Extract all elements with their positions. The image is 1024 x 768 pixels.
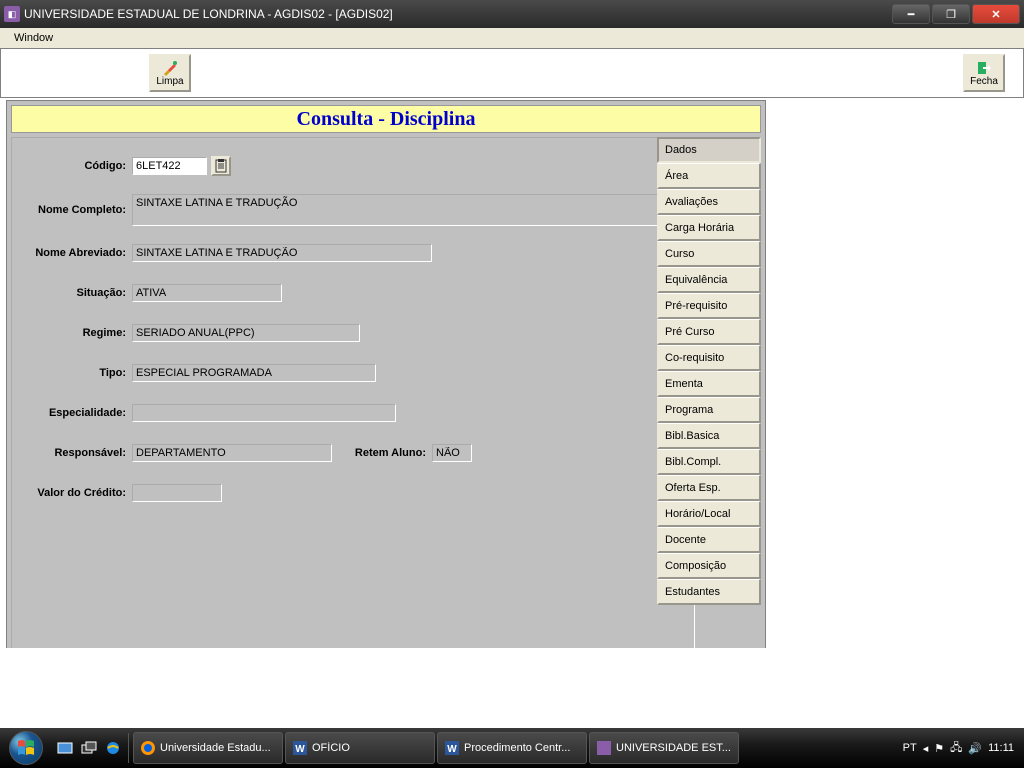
taskbar-item-firefox[interactable]: Universidade Estadu...: [133, 732, 283, 764]
tab-estudantes[interactable]: Estudantes: [657, 579, 761, 605]
clipboard-icon: [215, 159, 227, 173]
nome-completo-input[interactable]: [132, 194, 680, 226]
ql-ie-icon[interactable]: [102, 734, 124, 762]
close-button[interactable]: ✕: [972, 4, 1020, 24]
tab-horario-local[interactable]: Horário/Local: [657, 501, 761, 527]
tray-network-icon[interactable]: 🖧: [950, 739, 962, 758]
app-icon: ◧: [4, 6, 20, 22]
page-header: Consulta - Disciplina: [11, 105, 761, 133]
tab-area[interactable]: Área: [657, 163, 761, 189]
toolbar: Limpa Fecha: [0, 48, 1024, 98]
svg-text:W: W: [295, 744, 305, 755]
tab-pre-curso[interactable]: Pré Curso: [657, 319, 761, 345]
exit-door-icon: [976, 60, 992, 76]
tab-ementa[interactable]: Ementa: [657, 371, 761, 397]
label-codigo: Código:: [12, 160, 132, 172]
window-titlebar: ◧ UNIVERSIDADE ESTADUAL DE LONDRINA - AG…: [0, 0, 1024, 28]
tab-docente[interactable]: Docente: [657, 527, 761, 553]
side-tabs: Dados Área Avaliações Carga Horária Curs…: [657, 137, 761, 605]
label-situacao: Situação:: [12, 287, 132, 299]
responsavel-input[interactable]: [132, 444, 332, 462]
page-title: Consulta - Disciplina: [297, 108, 476, 131]
tab-dados[interactable]: Dados: [657, 137, 761, 163]
label-valor-credito: Valor do Crédito:: [12, 487, 132, 499]
tray-flag-icon[interactable]: ⚑: [934, 742, 944, 755]
tab-composicao[interactable]: Composição: [657, 553, 761, 579]
limpa-button[interactable]: Limpa: [149, 54, 191, 92]
start-button[interactable]: [2, 729, 50, 767]
lookup-button[interactable]: [211, 156, 231, 176]
taskbar-item-word[interactable]: W OFÍCIO: [285, 732, 435, 764]
menubar: Window: [0, 28, 1024, 48]
svg-text:W: W: [447, 744, 457, 755]
windows-taskbar: Universidade Estadu... W OFÍCIO W Proced…: [0, 728, 1024, 768]
menu-window[interactable]: Window: [6, 30, 61, 46]
tab-oferta-esp[interactable]: Oferta Esp.: [657, 475, 761, 501]
label-nome-abreviado: Nome Abreviado:: [12, 247, 132, 259]
tab-bibl-compl[interactable]: Bibl.Compl.: [657, 449, 761, 475]
tab-programa[interactable]: Programa: [657, 397, 761, 423]
tray-expand-icon[interactable]: ◂: [923, 742, 929, 755]
firefox-icon: [140, 740, 156, 756]
label-regime: Regime:: [12, 327, 132, 339]
consulta-disciplina-window: Consulta - Disciplina Código: Nome Compl…: [6, 100, 766, 664]
ql-switch-windows[interactable]: [78, 734, 100, 762]
tab-co-requisito[interactable]: Co-requisito: [657, 345, 761, 371]
tray-clock[interactable]: 11:11: [988, 742, 1014, 754]
maximize-button[interactable]: ❐: [932, 4, 970, 24]
codigo-input[interactable]: [132, 157, 207, 175]
label-especialidade: Especialidade:: [12, 407, 132, 419]
especialidade-input[interactable]: [132, 404, 396, 422]
system-tray: PT ◂ ⚑ 🖧 🔊 11:11: [903, 739, 1022, 758]
retem-aluno-input[interactable]: [432, 444, 472, 462]
word-icon: W: [292, 740, 308, 756]
tray-volume-icon[interactable]: 🔊: [968, 742, 982, 755]
window-title: UNIVERSIDADE ESTADUAL DE LONDRINA - AGDI…: [24, 7, 892, 21]
label-responsavel: Responsável:: [12, 447, 132, 459]
tab-pre-requisito[interactable]: Pré-requisito: [657, 293, 761, 319]
word-icon: W: [444, 740, 460, 756]
situacao-input[interactable]: [132, 284, 282, 302]
tab-avaliacoes[interactable]: Avaliações: [657, 189, 761, 215]
tab-bibl-basica[interactable]: Bibl.Basica: [657, 423, 761, 449]
fecha-button[interactable]: Fecha: [963, 54, 1005, 92]
taskbar-item-word2[interactable]: W Procedimento Centr...: [437, 732, 587, 764]
windows-logo-icon: [17, 739, 35, 757]
brush-icon: [162, 60, 178, 76]
taskbar-item-app[interactable]: UNIVERSIDADE EST...: [589, 732, 739, 764]
label-nome-completo: Nome Completo:: [12, 204, 132, 216]
app-icon: [596, 740, 612, 756]
minimize-button[interactable]: ━: [892, 4, 930, 24]
nome-abreviado-input[interactable]: [132, 244, 432, 262]
ql-show-desktop[interactable]: [54, 734, 76, 762]
tipo-input[interactable]: [132, 364, 376, 382]
tab-curso[interactable]: Curso: [657, 241, 761, 267]
label-retem-aluno: Retem Aluno:: [332, 447, 432, 459]
regime-input[interactable]: [132, 324, 360, 342]
form-panel: Código: Nome Completo: Nome Abreviado: S…: [11, 137, 695, 659]
valor-credito-input[interactable]: [132, 484, 222, 502]
tab-equivalencia[interactable]: Equivalência: [657, 267, 761, 293]
tab-carga-horaria[interactable]: Carga Horária: [657, 215, 761, 241]
language-indicator[interactable]: PT: [903, 742, 917, 754]
label-tipo: Tipo:: [12, 367, 132, 379]
